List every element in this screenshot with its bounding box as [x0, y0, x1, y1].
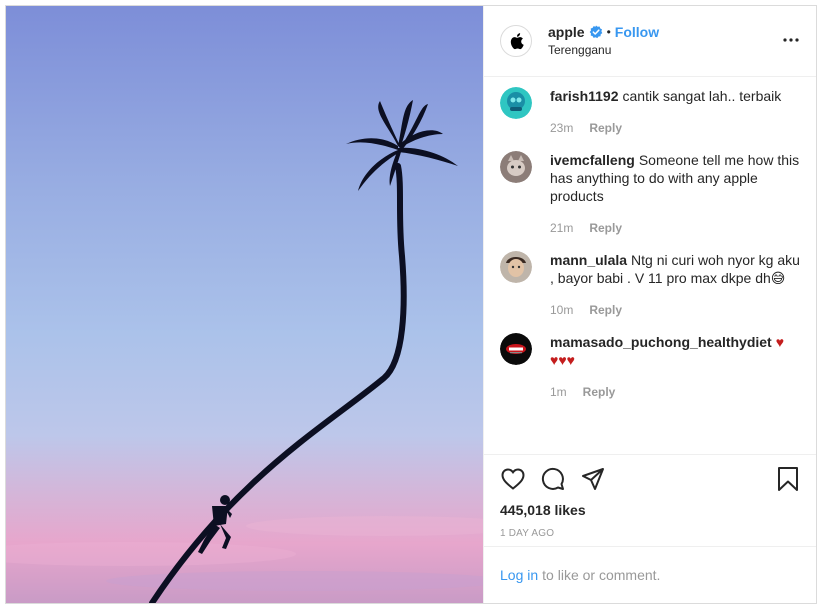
comment-time[interactable]: 21m	[550, 219, 573, 237]
comment-meta: 10m Reply	[550, 301, 800, 319]
comment-username[interactable]: mamasado_puchong_healthydiet	[550, 334, 772, 350]
reply-button[interactable]: Reply	[589, 119, 622, 137]
avatar[interactable]	[500, 87, 532, 119]
avatar[interactable]	[500, 333, 532, 365]
action-icons	[500, 465, 800, 493]
comment-body: ivemcfalleng Someone tell me how this has…	[550, 151, 800, 237]
avatar[interactable]	[500, 25, 532, 57]
apple-logo-icon	[503, 28, 529, 54]
comment-bubble-icon[interactable]	[540, 466, 566, 492]
comment-item: farish1192 cantik sangat lah.. terbaik 23…	[500, 87, 800, 137]
heart-outline-icon[interactable]	[500, 466, 526, 492]
post-photo[interactable]	[6, 6, 483, 603]
instagram-post: apple • Follow Terengganu farish1192 can…	[5, 5, 817, 604]
paper-plane-icon[interactable]	[580, 466, 606, 492]
avatar[interactable]	[500, 251, 532, 283]
post-sidebar: apple • Follow Terengganu farish1192 can…	[483, 6, 816, 603]
comment-meta: 23m Reply	[550, 119, 800, 137]
post-username[interactable]: apple	[548, 23, 585, 41]
post-actions: 445,018 likes 1 DAY AGO	[484, 454, 816, 546]
reply-button[interactable]: Reply	[589, 301, 622, 319]
comment-time[interactable]: 23m	[550, 119, 573, 137]
post-location[interactable]: Terengganu	[548, 41, 659, 59]
comment-item: mamasado_puchong_healthydiet ♥ ♥♥♥ 1m Rep…	[500, 333, 800, 401]
avatar[interactable]	[500, 151, 532, 183]
comment-username[interactable]: farish1192	[550, 88, 619, 104]
comment-text: cantik sangat lah.. terbaik	[622, 88, 782, 104]
comment-meta: 21m Reply	[550, 219, 800, 237]
more-options-icon[interactable]	[782, 31, 800, 49]
comment-time[interactable]: 10m	[550, 301, 573, 319]
reply-button[interactable]: Reply	[583, 383, 616, 401]
palm-tree-silhouette	[6, 6, 483, 603]
comment-body: mann_ulala Ntg ni curi woh nyor kg aku , …	[550, 251, 800, 319]
header-row: apple • Follow	[548, 23, 659, 41]
login-prompt: Log in to like or comment.	[484, 546, 816, 603]
reply-button[interactable]: Reply	[589, 219, 622, 237]
comment-username[interactable]: ivemcfalleng	[550, 152, 635, 168]
comment-item: ivemcfalleng Someone tell me how this has…	[500, 151, 800, 237]
header-text: apple • Follow Terengganu	[548, 23, 659, 59]
comment-item: mann_ulala Ntg ni curi woh nyor kg aku , …	[500, 251, 800, 319]
comment-time[interactable]: 1m	[550, 383, 567, 401]
comment-body: farish1192 cantik sangat lah.. terbaik 23…	[550, 87, 800, 137]
comment-meta: 1m Reply	[550, 383, 800, 401]
like-count[interactable]: 445,018 likes	[500, 502, 800, 518]
comment-username[interactable]: mann_ulala	[550, 252, 627, 268]
separator-dot: •	[606, 25, 611, 39]
verified-badge-icon	[589, 25, 603, 39]
comments-list[interactable]: farish1192 cantik sangat lah.. terbaik 23…	[484, 77, 816, 454]
login-text: to like or comment.	[542, 567, 661, 583]
login-link[interactable]: Log in	[500, 567, 538, 583]
bookmark-icon[interactable]	[776, 466, 802, 492]
follow-button[interactable]: Follow	[615, 23, 659, 41]
post-header: apple • Follow Terengganu	[484, 6, 816, 77]
comment-body: mamasado_puchong_healthydiet ♥ ♥♥♥ 1m Rep…	[550, 333, 800, 401]
post-date[interactable]: 1 DAY AGO	[500, 528, 800, 539]
